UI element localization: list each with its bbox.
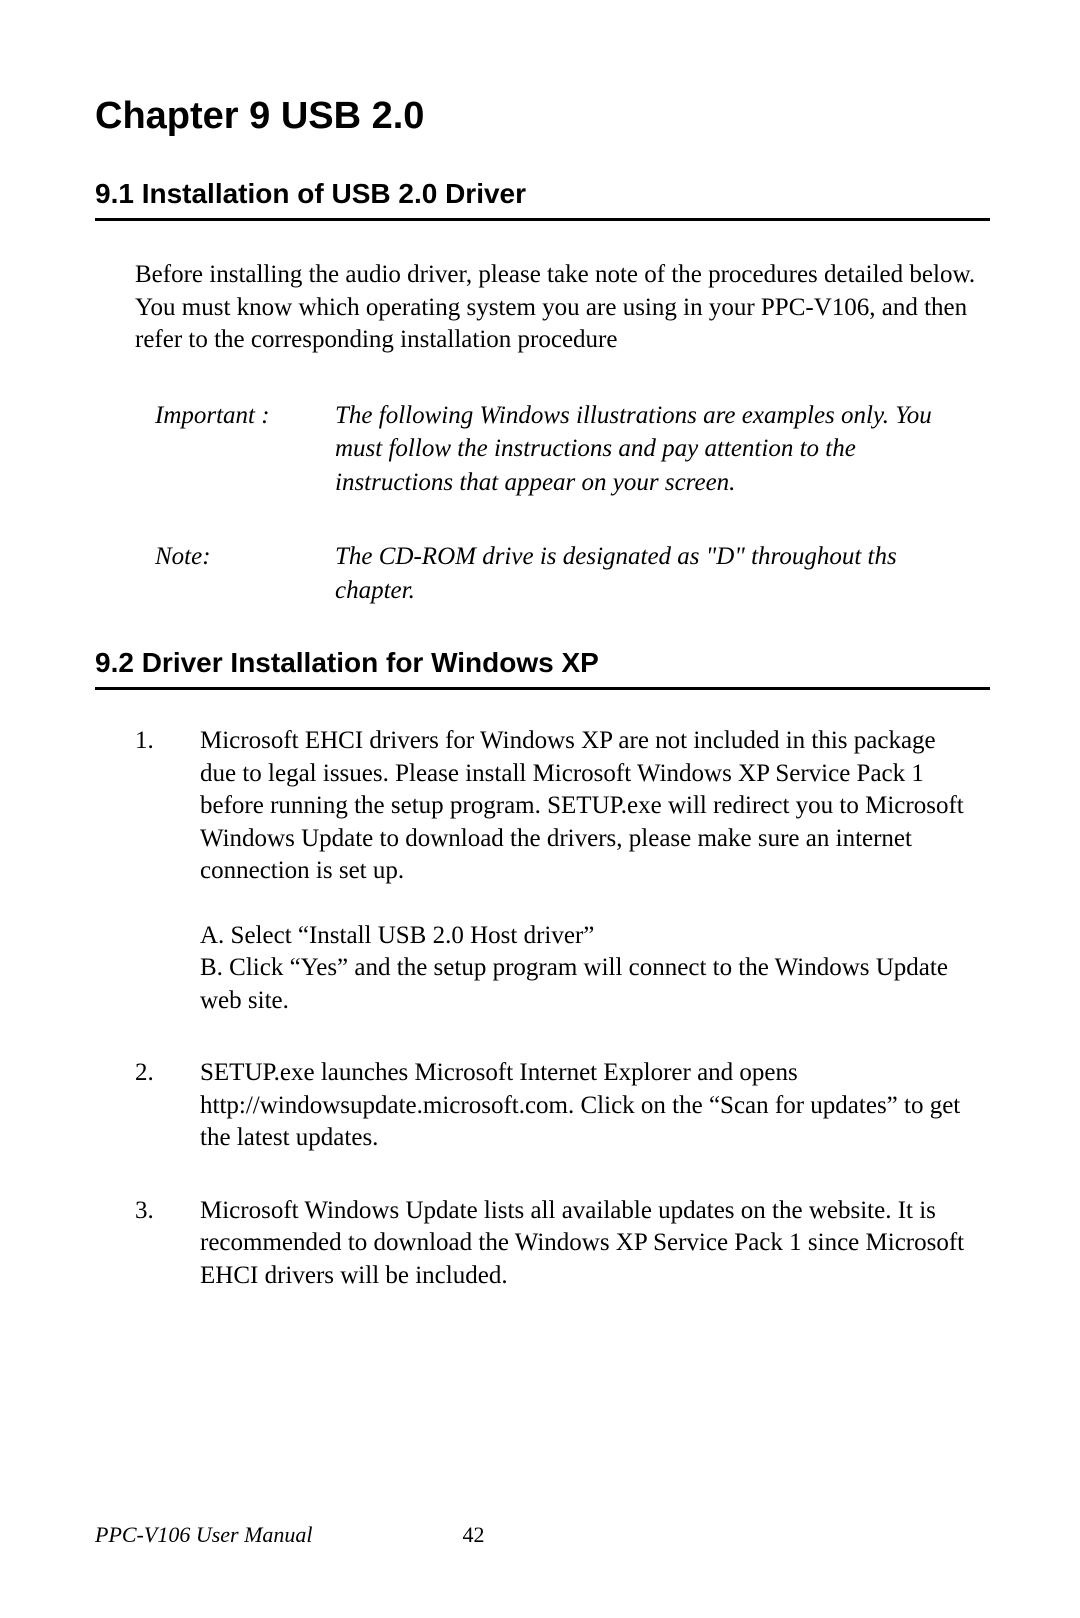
important-label: Important : — [155, 399, 335, 500]
list-number: 1. — [135, 725, 200, 1017]
list-content: Microsoft Windows Update lists all avail… — [200, 1195, 990, 1293]
chapter-title: Chapter 9 USB 2.0 — [95, 95, 990, 138]
important-note: Important : The following Windows illust… — [155, 399, 990, 500]
section-9-2-heading: 9.2 Driver Installation for Windows XP — [95, 647, 990, 690]
note-row: Note: The CD-ROM drive is designated as … — [155, 540, 990, 608]
list-item: 2. SETUP.exe launches Microsoft Internet… — [135, 1057, 990, 1155]
installation-steps: 1. Microsoft EHCI drivers for Windows XP… — [135, 725, 990, 1292]
section-9-1-heading: 9.1 Installation of USB 2.0 Driver — [95, 178, 990, 221]
note-label: Note: — [155, 540, 335, 608]
important-text: The following Windows illustrations are … — [335, 399, 990, 500]
page-footer: PPC-V106 User Manual 42 — [0, 1522, 1080, 1548]
step-3-text: Microsoft Windows Update lists all avail… — [200, 1197, 964, 1289]
list-content: SETUP.exe launches Microsoft Internet Ex… — [200, 1057, 990, 1155]
substep-a: A. Select “Install USB 2.0 Host driver” — [200, 920, 975, 953]
section-9-1-paragraph: Before installing the audio driver, plea… — [135, 259, 990, 357]
list-item: 1. Microsoft EHCI drivers for Windows XP… — [135, 725, 990, 1017]
footer-manual-title: PPC-V106 User Manual — [95, 1522, 313, 1548]
list-item: 3. Microsoft Windows Update lists all av… — [135, 1195, 990, 1293]
substep-b: B. Click “Yes” and the setup program wil… — [200, 952, 975, 1017]
list-content: Microsoft EHCI drivers for Windows XP ar… — [200, 725, 990, 1017]
list-number: 2. — [135, 1057, 200, 1155]
list-number: 3. — [135, 1195, 200, 1293]
footer-page-number: 42 — [463, 1522, 485, 1548]
note-text: The CD-ROM drive is designated as "D" th… — [335, 540, 990, 608]
step-1-text: Microsoft EHCI drivers for Windows XP ar… — [200, 727, 964, 884]
step-2-text: SETUP.exe launches Microsoft Internet Ex… — [200, 1059, 960, 1151]
